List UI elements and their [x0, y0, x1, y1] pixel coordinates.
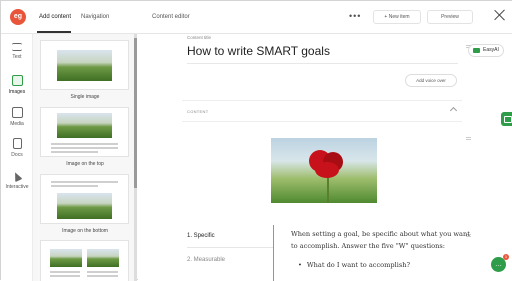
content-type-rail: Text Images Media Docs Interactive	[1, 34, 33, 281]
active-tab-indicator	[37, 31, 71, 33]
thumbnail-text-line	[50, 275, 80, 277]
poppy-stem	[327, 176, 329, 203]
easyai-label: EasyAI	[483, 47, 499, 53]
rail-label-docs: Docs	[11, 152, 23, 158]
side-panel-tab-icon[interactable]	[501, 112, 512, 126]
cursor-icon	[11, 170, 23, 183]
thumbnail-text-line	[51, 181, 118, 183]
toc-item-specific[interactable]: 1. Specific	[187, 233, 215, 239]
more-options-button[interactable]: •••	[349, 11, 361, 21]
rail-label-images: Images	[8, 89, 26, 95]
new-item-button[interactable]: + New item	[373, 10, 421, 24]
preview-button[interactable]: Preview	[427, 10, 473, 24]
thumbnail-image-top[interactable]	[40, 107, 129, 157]
content-title-label: Content title	[187, 35, 212, 40]
thumbnail-image-bottom[interactable]	[40, 174, 129, 224]
thumbnail-caption: Image on the bottom	[62, 228, 108, 234]
thumbnail-text-line	[51, 143, 118, 145]
rail-item-interactive[interactable]: Interactive	[1, 170, 33, 190]
chevron-up-icon[interactable]	[449, 106, 458, 115]
thumbnail-caption: Image on the top	[66, 161, 104, 167]
app-window: eg Add content Navigation Content editor…	[0, 0, 512, 281]
close-icon[interactable]	[492, 7, 508, 23]
rail-item-images[interactable]: Images	[1, 75, 33, 95]
text-icon	[12, 43, 22, 51]
poppy-image[interactable]	[271, 138, 377, 203]
thumbnail-caption: Single image	[70, 94, 100, 100]
thumbnail-text-line	[87, 271, 118, 273]
thumbnail-text-line	[51, 147, 118, 149]
drag-handle-icon[interactable]	[466, 137, 471, 140]
top-bar: eg Add content Navigation Content editor…	[1, 1, 512, 34]
thumbnail-text-line	[51, 185, 98, 187]
easyai-button[interactable]: EasyAI	[468, 44, 504, 57]
document-icon	[12, 138, 22, 149]
toc-accent-bar	[273, 225, 274, 281]
poppy-petal	[315, 162, 339, 178]
thumbnail-landscape-image	[57, 50, 112, 81]
content-editor-label: Content editor	[152, 14, 190, 20]
rail-item-docs[interactable]: Docs	[1, 138, 33, 158]
content-section-label: CONTENT	[187, 109, 209, 114]
rail-item-text[interactable]: Text	[1, 43, 33, 60]
editor-canvas: Content title How to write SMART goals A…	[138, 34, 512, 281]
rail-label-media: Media	[10, 121, 24, 127]
thumbnail-landscape-image	[57, 113, 112, 138]
image-icon	[11, 75, 23, 86]
thumbnail-landscape-image	[87, 249, 119, 267]
thumbnail-text-line	[87, 275, 118, 277]
bullet-item[interactable]: What do I want to accomplish?	[298, 261, 410, 269]
tab-navigation[interactable]: Navigation	[81, 14, 109, 20]
toc-item-measurable[interactable]: 2. Measurable	[187, 257, 225, 263]
scrollbar-thumb[interactable]	[134, 38, 137, 188]
thumbnail-text-line	[50, 271, 80, 273]
tab-add-content[interactable]: Add content	[39, 14, 71, 20]
thumbnail-text-line	[51, 151, 98, 153]
rail-label-interactive: Interactive	[5, 184, 29, 190]
layout-thumbnails-panel: Single image Image on the top Image on t…	[33, 34, 137, 281]
media-icon	[11, 107, 23, 118]
content-section-header[interactable]: CONTENT	[182, 100, 462, 122]
thumbnail-landscape-image	[57, 193, 112, 219]
panel-scrollbar[interactable]	[134, 34, 137, 281]
thumbnail-landscape-image	[50, 249, 82, 267]
add-voice-over-button[interactable]: Add voice over	[405, 74, 457, 87]
thumbnail-two-images[interactable]	[40, 240, 129, 281]
robot-icon	[473, 48, 480, 53]
thumbnail-single-image[interactable]	[40, 40, 129, 90]
rail-label-text: Text	[12, 54, 22, 60]
notification-badge: 1	[503, 254, 509, 260]
title-underline	[187, 63, 458, 64]
rail-item-media[interactable]: Media	[1, 107, 33, 127]
toc-divider	[187, 247, 273, 248]
page-title[interactable]: How to write SMART goals	[187, 44, 330, 58]
brand-logo[interactable]: eg	[10, 9, 26, 25]
body-paragraph[interactable]: When setting a goal, be specific about w…	[291, 228, 476, 252]
